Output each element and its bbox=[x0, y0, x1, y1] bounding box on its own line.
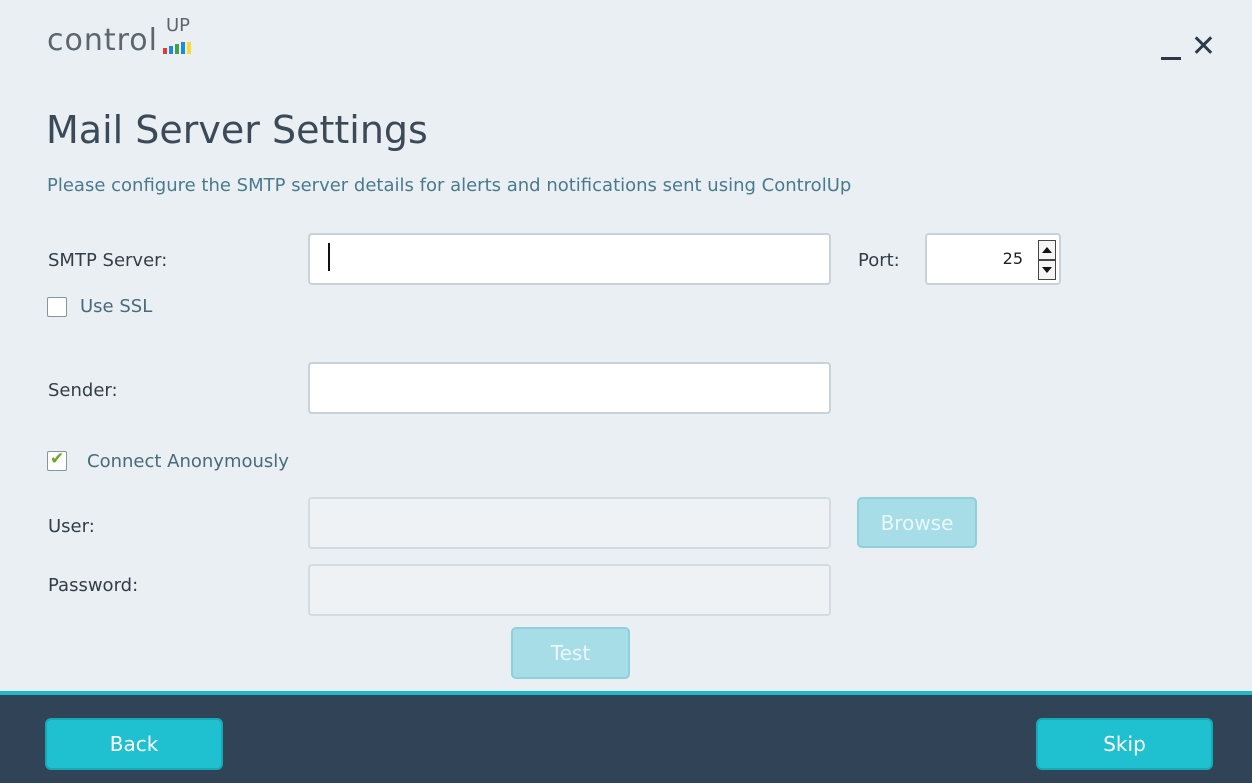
smtp-server-label: SMTP Server: bbox=[48, 250, 168, 271]
page-subtitle: Please configure the SMTP server details… bbox=[47, 175, 852, 196]
use-ssl-label[interactable]: Use SSL bbox=[80, 296, 152, 317]
user-input[interactable] bbox=[308, 497, 831, 549]
password-label: Password: bbox=[48, 575, 139, 596]
back-button[interactable]: Back bbox=[45, 718, 223, 770]
window-controls: ✕ bbox=[1160, 32, 1216, 62]
triangle-down-icon bbox=[1042, 267, 1052, 273]
browse-button[interactable]: Browse bbox=[857, 497, 977, 548]
port-increment-button[interactable] bbox=[1038, 240, 1056, 260]
user-label: User: bbox=[48, 516, 95, 537]
logo-superscript: UP bbox=[166, 15, 191, 36]
close-button[interactable]: ✕ bbox=[1191, 32, 1216, 62]
port-label: Port: bbox=[858, 250, 900, 271]
logo-bars-icon bbox=[163, 42, 191, 54]
footer-bar: Back Skip bbox=[0, 691, 1252, 783]
port-value[interactable]: 25 bbox=[1003, 249, 1023, 268]
sender-label: Sender: bbox=[48, 380, 118, 401]
triangle-up-icon bbox=[1042, 247, 1052, 253]
logo-text: control bbox=[47, 23, 158, 58]
logo-up-mark: UP bbox=[161, 17, 195, 58]
test-button[interactable]: Test bbox=[511, 627, 630, 679]
page-title: Mail Server Settings bbox=[46, 108, 428, 152]
password-input[interactable] bbox=[308, 564, 831, 616]
minimize-button[interactable] bbox=[1160, 38, 1181, 60]
connect-anonymously-label[interactable]: Connect Anonymously bbox=[87, 451, 289, 472]
port-stepper[interactable]: 25 bbox=[925, 233, 1061, 285]
controlup-logo: control UP bbox=[47, 17, 195, 58]
skip-button[interactable]: Skip bbox=[1036, 718, 1213, 770]
sender-input[interactable] bbox=[308, 362, 831, 414]
setup-window: control UP ✕ Mail Server Settings Please… bbox=[0, 0, 1252, 783]
text-caret bbox=[328, 243, 330, 271]
smtp-server-input[interactable] bbox=[308, 233, 831, 285]
connect-anonymously-checkbox[interactable]: ✔ bbox=[47, 449, 67, 471]
port-decrement-button[interactable] bbox=[1038, 260, 1056, 280]
use-ssl-checkbox[interactable] bbox=[47, 297, 67, 317]
check-icon: ✔ bbox=[50, 449, 65, 469]
